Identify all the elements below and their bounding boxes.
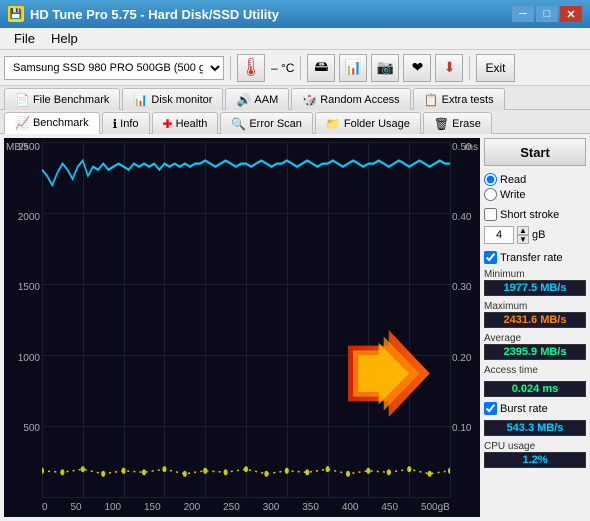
cpu-usage-stat: CPU usage 1.2% bbox=[484, 441, 586, 468]
transfer-rate-checkbox[interactable] bbox=[484, 251, 497, 264]
toolbar: Samsung SSD 980 PRO 500GB (500 gB) 🌡 – °… bbox=[0, 50, 590, 86]
health-icon-btn[interactable]: ❤ bbox=[403, 54, 431, 82]
file-benchmark-icon: 📄 bbox=[15, 93, 30, 107]
maximum-value: 2431.6 MB/s bbox=[484, 312, 586, 328]
app-icon: 💾 bbox=[8, 6, 24, 22]
short-stroke-input[interactable] bbox=[484, 226, 514, 244]
tab-info[interactable]: ℹ Info bbox=[102, 112, 150, 134]
right-panel: Start Read Write Short stroke ▲ ▼ gB bbox=[480, 134, 590, 521]
tab-benchmark[interactable]: 📈 Benchmark bbox=[4, 112, 100, 134]
access-time-label: Access time bbox=[484, 365, 538, 376]
error-scan-icon: 🔍 bbox=[231, 117, 246, 131]
tab-random-access[interactable]: 🎲 Random Access bbox=[291, 88, 410, 110]
aam-icon: 🔊 bbox=[236, 93, 251, 107]
chart-inner bbox=[42, 142, 450, 497]
info-icon: ℹ bbox=[113, 117, 118, 131]
minimum-label: Minimum bbox=[484, 269, 586, 280]
exit-button[interactable]: Exit bbox=[476, 54, 514, 82]
maximum-stat: Maximum 2431.6 MB/s bbox=[484, 301, 586, 328]
tab-aam[interactable]: 🔊 AAM bbox=[225, 88, 289, 110]
tab-folder-usage[interactable]: 📁 Folder Usage bbox=[315, 112, 421, 134]
benchmark-chart: MB/s ms 2500 2000 1500 1000 500 0.50 0.4… bbox=[4, 138, 480, 517]
short-stroke-spinners: ▲ ▼ bbox=[517, 226, 529, 244]
write-radio[interactable] bbox=[484, 188, 497, 201]
read-option[interactable]: Read bbox=[484, 173, 586, 186]
y-axis-right: 0.50 0.40 0.30 0.20 0.10 bbox=[450, 138, 480, 497]
erase-icon: 🗑 bbox=[434, 117, 449, 131]
titlebar: 💾 HD Tune Pro 5.75 - Hard Disk/SSD Utili… bbox=[0, 0, 590, 28]
tab-health[interactable]: ✚ Health bbox=[152, 112, 219, 134]
window-title: HD Tune Pro 5.75 - Hard Disk/SSD Utility bbox=[30, 7, 512, 22]
main-content: MB/s ms 2500 2000 1500 1000 500 0.50 0.4… bbox=[0, 134, 590, 521]
read-label: Read bbox=[500, 174, 526, 186]
cpu-usage-label: CPU usage bbox=[484, 441, 586, 452]
folder-usage-icon: 📁 bbox=[326, 117, 341, 131]
window-controls: ─ □ ✕ bbox=[512, 6, 582, 22]
minimum-value: 1977.5 MB/s bbox=[484, 280, 586, 296]
drive-selector[interactable]: Samsung SSD 980 PRO 500GB (500 gB) bbox=[4, 56, 224, 80]
x-axis: 0 50 100 150 200 250 300 350 400 450 500… bbox=[42, 497, 450, 517]
camera-icon-btn[interactable]: 📷 bbox=[371, 54, 399, 82]
toolbar-separator-1 bbox=[230, 56, 231, 80]
read-radio[interactable] bbox=[484, 173, 497, 186]
transfer-rate-label: Transfer rate bbox=[500, 252, 563, 264]
short-stroke-checkbox[interactable] bbox=[484, 208, 497, 221]
y-axis-left: 2500 2000 1500 1000 500 bbox=[4, 138, 42, 497]
write-label: Write bbox=[500, 189, 525, 201]
close-button[interactable]: ✕ bbox=[560, 6, 582, 22]
minimum-stat: Minimum 1977.5 MB/s bbox=[484, 269, 586, 296]
toolbar-separator-2 bbox=[300, 56, 301, 80]
burst-rate-label: Burst rate bbox=[500, 403, 548, 415]
tab-extra-tests[interactable]: 📋 Extra tests bbox=[413, 88, 505, 110]
extra-tests-icon: 📋 bbox=[424, 93, 439, 107]
benchmark-icon: 📈 bbox=[15, 116, 30, 130]
short-stroke-label: Short stroke bbox=[500, 209, 559, 221]
burst-rate-value: 543.3 MB/s bbox=[484, 420, 586, 436]
arrow-graphic bbox=[348, 330, 430, 416]
tab-erase[interactable]: 🗑 Erase bbox=[423, 112, 492, 134]
hdd-icon-btn[interactable]: 🖴 bbox=[307, 54, 335, 82]
start-button[interactable]: Start bbox=[484, 138, 586, 166]
random-access-icon: 🎲 bbox=[302, 93, 317, 107]
short-stroke-input-row: ▲ ▼ gB bbox=[484, 226, 586, 244]
toolbar-separator-3 bbox=[469, 56, 470, 80]
temperature-display: – °C bbox=[271, 61, 294, 75]
download-icon-btn[interactable]: ⬇ bbox=[435, 54, 463, 82]
write-option[interactable]: Write bbox=[484, 188, 586, 201]
tab-row-2: 📈 Benchmark ℹ Info ✚ Health 🔍 Error Scan… bbox=[0, 110, 590, 134]
short-stroke-unit: gB bbox=[532, 229, 545, 241]
maximize-button[interactable]: □ bbox=[536, 6, 558, 22]
short-stroke-down[interactable]: ▼ bbox=[517, 235, 529, 244]
read-write-group: Read Write bbox=[484, 173, 586, 201]
burst-rate-checkbox-row[interactable]: Burst rate bbox=[484, 402, 586, 415]
short-stroke-row[interactable]: Short stroke bbox=[484, 208, 586, 221]
tab-error-scan[interactable]: 🔍 Error Scan bbox=[220, 112, 313, 134]
chart-svg bbox=[42, 142, 450, 497]
tab-file-benchmark[interactable]: 📄 File Benchmark bbox=[4, 88, 120, 110]
transfer-rate-row[interactable]: Transfer rate bbox=[484, 251, 586, 264]
disk-monitor-icon: 📊 bbox=[133, 93, 148, 107]
menu-file[interactable]: File bbox=[6, 29, 43, 48]
grid-line-v-10 bbox=[450, 142, 451, 497]
average-stat: Average 2395.9 MB/s bbox=[484, 333, 586, 360]
chart-icon-btn[interactable]: 📊 bbox=[339, 54, 367, 82]
minimize-button[interactable]: ─ bbox=[512, 6, 534, 22]
menu-help[interactable]: Help bbox=[43, 29, 86, 48]
tab-row-1: 📄 File Benchmark 📊 Disk monitor 🔊 AAM 🎲 … bbox=[0, 86, 590, 110]
health-tab-icon: ✚ bbox=[163, 117, 173, 131]
temperature-icon-btn[interactable]: 🌡 bbox=[237, 54, 265, 82]
tab-disk-monitor[interactable]: 📊 Disk monitor bbox=[122, 88, 223, 110]
burst-rate-checkbox[interactable] bbox=[484, 402, 497, 415]
average-label: Average bbox=[484, 333, 586, 344]
maximum-label: Maximum bbox=[484, 301, 586, 312]
short-stroke-up[interactable]: ▲ bbox=[517, 226, 529, 235]
access-time-value: 0.024 ms bbox=[484, 381, 586, 397]
access-time-checkbox-row[interactable]: Access time bbox=[484, 365, 586, 376]
menubar: File Help bbox=[0, 28, 590, 50]
cpu-usage-value: 1.2% bbox=[484, 452, 586, 468]
average-value: 2395.9 MB/s bbox=[484, 344, 586, 360]
